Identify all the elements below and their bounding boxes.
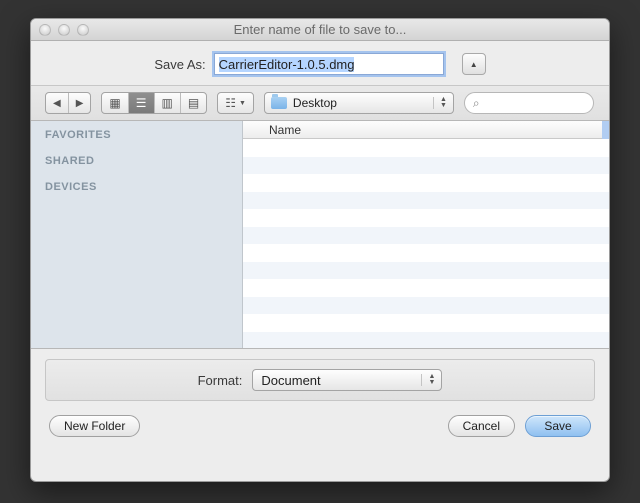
list-row — [243, 209, 609, 227]
scroll-indicator — [602, 121, 609, 139]
zoom-window-button[interactable] — [77, 24, 89, 36]
list-row — [243, 139, 609, 157]
cancel-button[interactable]: Cancel — [448, 415, 515, 437]
list-row — [243, 192, 609, 210]
file-list: Name — [243, 121, 609, 348]
format-value: Document — [261, 373, 320, 388]
format-bar: Format: Document ▲▼ — [45, 359, 595, 401]
arrange-group: ☷ ▼ — [217, 92, 254, 114]
nav-back-forward: ◀ ▶ — [45, 92, 91, 114]
icon-view-icon: ▦ — [109, 96, 120, 110]
arrange-button[interactable]: ☷ ▼ — [218, 93, 253, 113]
folder-icon — [271, 97, 287, 109]
file-list-rows[interactable] — [243, 139, 609, 348]
triangle-up-icon: ▲ — [470, 60, 478, 69]
new-folder-button[interactable]: New Folder — [49, 415, 140, 437]
list-row — [243, 174, 609, 192]
save-dialog-window: Enter name of file to save to... Save As… — [30, 18, 610, 482]
nav-back-button[interactable]: ◀ — [46, 93, 69, 113]
save-as-row: Save As: ▲ — [31, 41, 609, 85]
chevron-down-icon: ▼ — [239, 100, 246, 107]
format-label: Format: — [198, 373, 243, 388]
list-row — [243, 279, 609, 297]
disclosure-toggle[interactable]: ▲ — [462, 53, 486, 75]
window-controls — [39, 24, 89, 36]
format-popup[interactable]: Document ▲▼ — [252, 369, 442, 391]
nav-forward-button[interactable]: ▶ — [69, 93, 91, 113]
updown-arrows-icon: ▲▼ — [421, 374, 435, 386]
view-mode-group: ▦ ☰ ▥ ▤ — [101, 92, 207, 114]
list-row — [243, 227, 609, 245]
sidebar-section-shared[interactable]: SHARED — [45, 155, 228, 167]
sidebar: FAVORITES SHARED DEVICES — [31, 121, 243, 348]
dialog-buttons: New Folder Cancel Save — [31, 411, 609, 451]
list-row — [243, 314, 609, 332]
view-icon-button[interactable]: ▦ — [102, 93, 128, 113]
filename-input[interactable] — [214, 53, 444, 75]
save-as-label: Save As: — [154, 57, 205, 72]
search-icon: ⌕ — [473, 96, 480, 111]
save-button[interactable]: Save — [525, 415, 591, 437]
updown-arrows-icon: ▲▼ — [433, 97, 447, 109]
search-input[interactable] — [485, 96, 585, 110]
list-row — [243, 297, 609, 315]
list-row — [243, 157, 609, 175]
list-row — [243, 244, 609, 262]
close-window-button[interactable] — [39, 24, 51, 36]
arrange-icon: ☷ — [225, 96, 236, 110]
list-row — [243, 332, 609, 349]
coverflow-view-icon: ▤ — [188, 96, 199, 110]
search-field-container: ⌕ — [464, 92, 594, 114]
list-row — [243, 262, 609, 280]
sidebar-section-devices[interactable]: DEVICES — [45, 181, 228, 193]
file-list-header[interactable]: Name — [243, 121, 609, 139]
location-name: Desktop — [293, 96, 423, 110]
chevron-right-icon: ▶ — [76, 98, 84, 109]
minimize-window-button[interactable] — [58, 24, 70, 36]
sidebar-section-favorites[interactable]: FAVORITES — [45, 129, 228, 141]
location-popup[interactable]: Desktop ▲▼ — [264, 92, 454, 114]
column-name-header: Name — [269, 123, 301, 137]
browser-toolbar: ◀ ▶ ▦ ☰ ▥ ▤ ☷ ▼ Desktop ▲▼ ⌕ — [31, 85, 609, 121]
chevron-left-icon: ◀ — [53, 98, 61, 109]
window-title: Enter name of file to save to... — [31, 22, 609, 37]
list-view-icon: ☰ — [136, 96, 147, 110]
file-browser: FAVORITES SHARED DEVICES Name — [31, 121, 609, 349]
column-view-icon: ▥ — [162, 96, 173, 110]
view-list-button[interactable]: ☰ — [129, 93, 155, 113]
view-coverflow-button[interactable]: ▤ — [181, 93, 206, 113]
view-column-button[interactable]: ▥ — [155, 93, 181, 113]
titlebar: Enter name of file to save to... — [31, 19, 609, 41]
